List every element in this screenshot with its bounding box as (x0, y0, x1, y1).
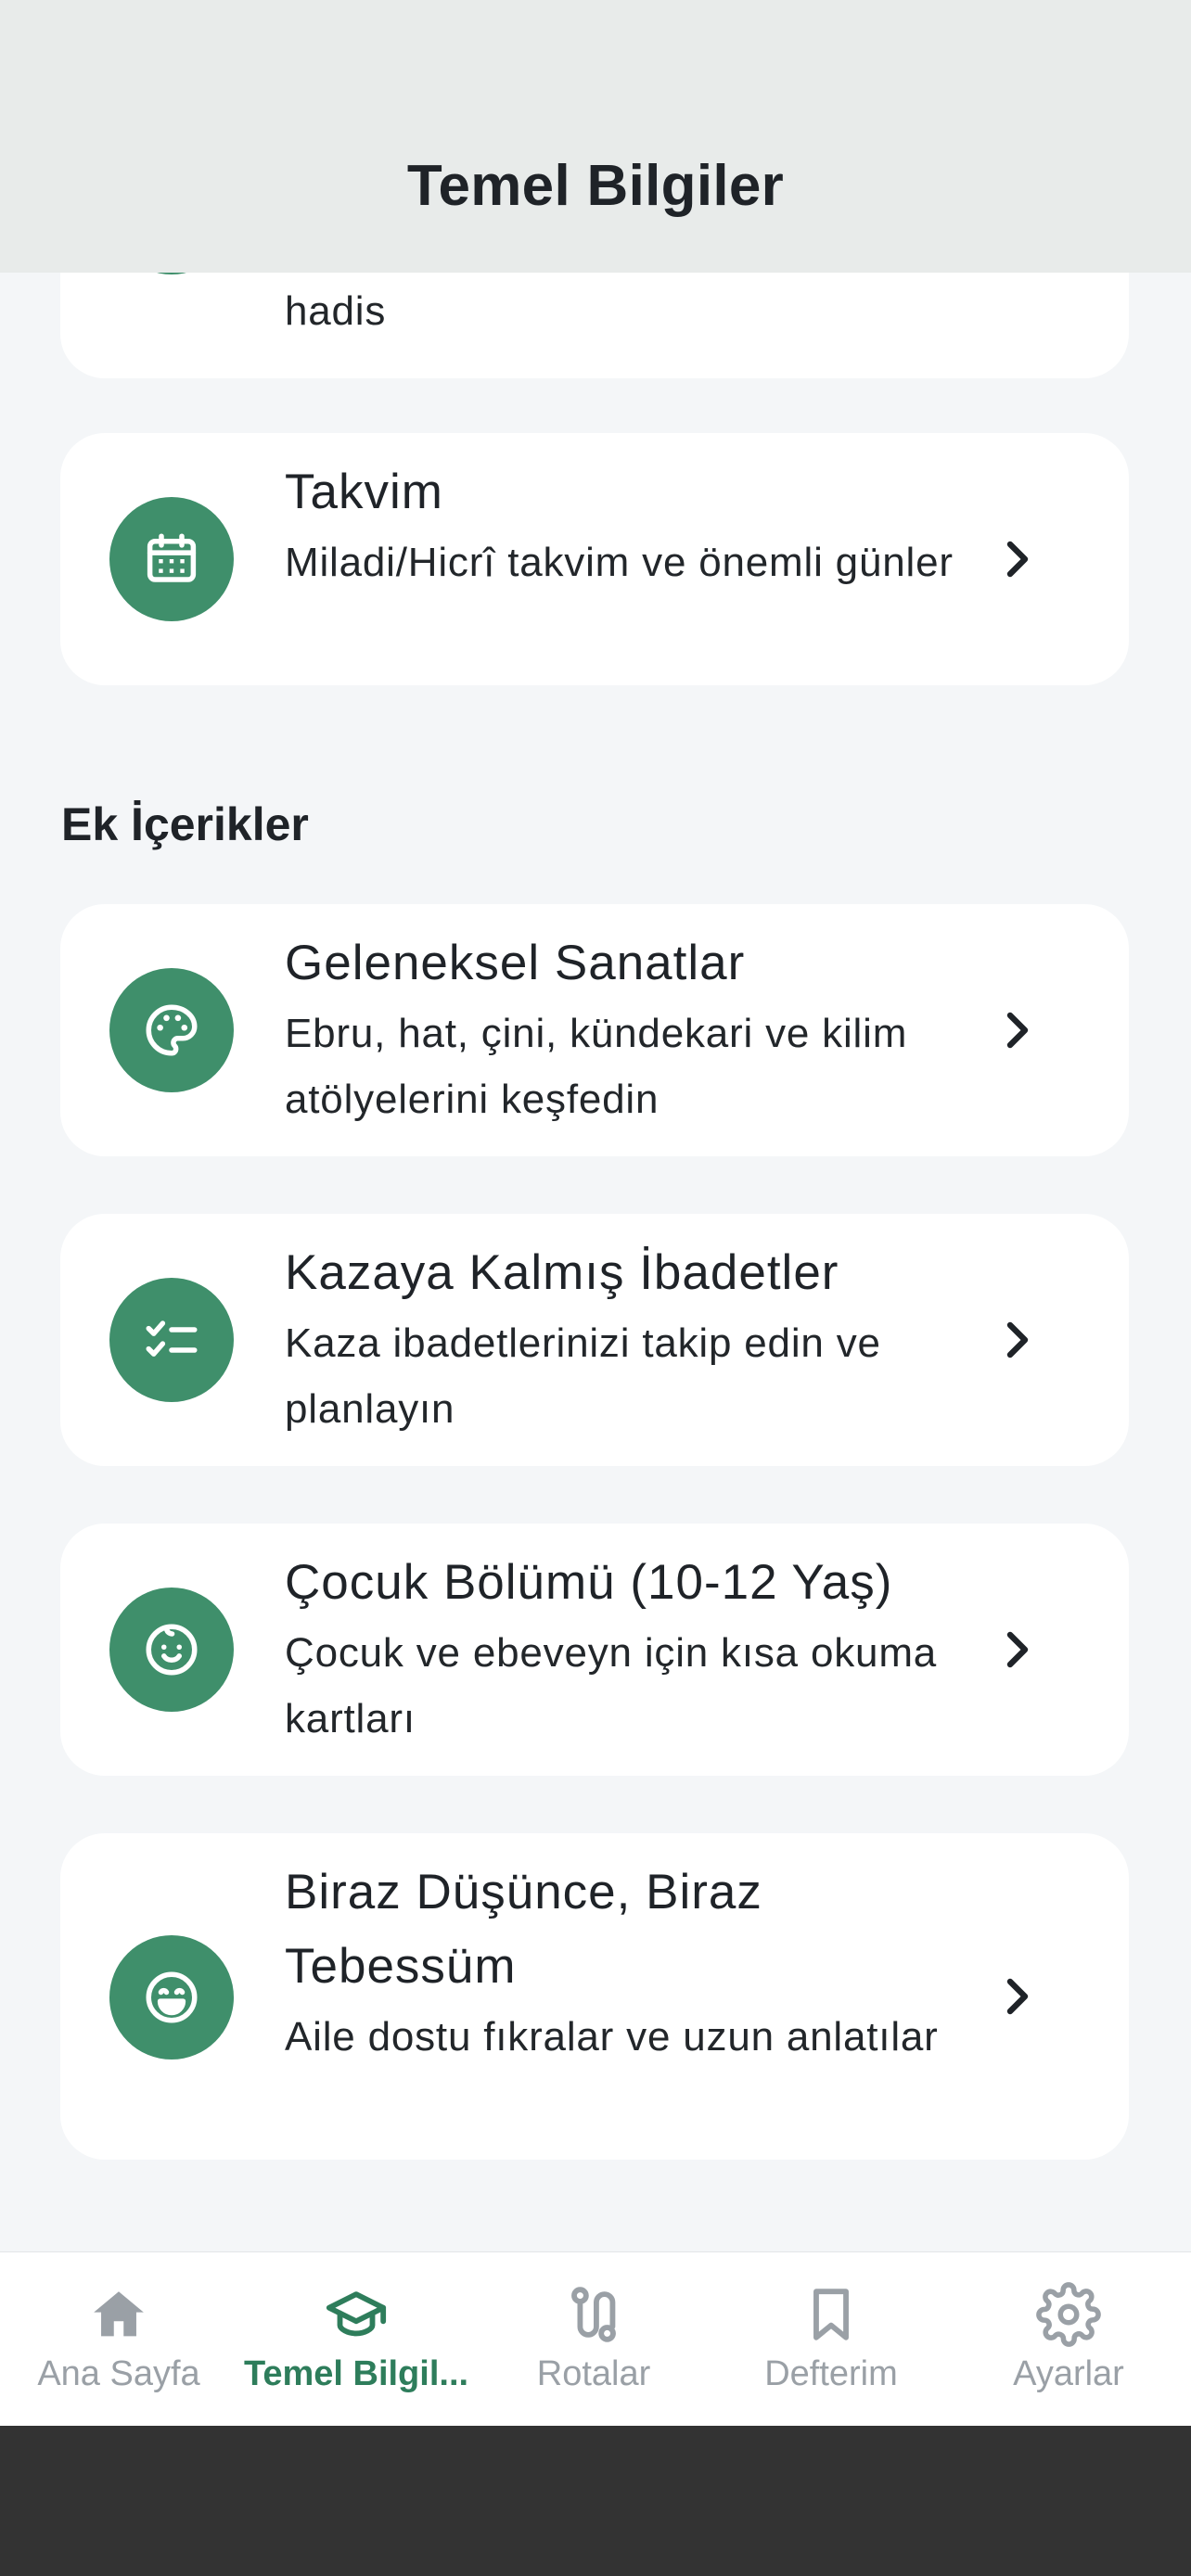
card-biraz-dusunce[interactable]: Biraz Düşünce, Biraz Tebessüm Aile dostu… (60, 1833, 1129, 2160)
card-subtitle: Çocuk ve ebeveyn için kısa okuma kartlar… (285, 1630, 938, 1741)
route-icon (475, 2282, 712, 2347)
smile-icon (109, 1935, 234, 2060)
home-icon (0, 2282, 237, 2347)
scroll-content[interactable]: hadis Takvim Miladi/Hicrî takvim ve önem… (0, 0, 1191, 2251)
card-geleneksel-sanatlar[interactable]: Geleneksel Sanatlar Ebru, hat, çini, kün… (60, 904, 1129, 1156)
tab-rotalar[interactable]: Rotalar (475, 2252, 712, 2427)
card-title: Geleneksel Sanatlar (285, 936, 746, 990)
card-subtitle: Aile dostu fıkralar ve uzun anlatılar (285, 2014, 939, 2060)
card-subtitle: Miladi/Hicrî takvim ve önemli günler (285, 540, 954, 585)
palette-icon (109, 968, 234, 1092)
tab-label: Ana Sayfa (37, 2354, 200, 2393)
bookmark-icon (712, 2282, 950, 2347)
app-header: Temel Bilgiler (0, 0, 1191, 273)
card-cocuk-bolumu[interactable]: Çocuk Bölümü (10-12 Yaş) Çocuk ve ebevey… (60, 1524, 1129, 1776)
tab-label: Defterim (764, 2354, 898, 2393)
chevron-right-icon (999, 537, 1036, 581)
graduation-cap-icon (237, 2282, 475, 2347)
card-title: Kazaya Kalmış İbadetler (285, 1245, 839, 1300)
card-takvim[interactable]: Takvim Miladi/Hicrî takvim ve önemli gün… (60, 433, 1129, 685)
chevron-right-icon (999, 1008, 1036, 1052)
card-partial-subtitle: hadis (285, 288, 387, 334)
card-subtitle: Ebru, hat, çini, kündekari ve kilim atöl… (285, 1011, 908, 1122)
tab-label: Ayarlar (1013, 2354, 1124, 2393)
tab-temel-bilgiler[interactable]: Temel Bilgil... (237, 2252, 475, 2427)
chevron-right-icon (999, 1974, 1036, 2019)
tab-defterim[interactable]: Defterim (712, 2252, 950, 2427)
card-title: Takvim (285, 465, 443, 519)
card-kazaya-kalmis-ibadetler[interactable]: Kazaya Kalmış İbadetler Kaza ibadetlerin… (60, 1214, 1129, 1466)
tab-ana-sayfa[interactable]: Ana Sayfa (0, 2252, 237, 2427)
card-title: Biraz Düşünce, Biraz Tebessüm (285, 1865, 762, 1994)
child-face-icon (109, 1588, 234, 1712)
tab-label: Temel Bilgil... (243, 2354, 469, 2393)
card-title: Çocuk Bölümü (10-12 Yaş) (285, 1555, 893, 1610)
chevron-right-icon (999, 1318, 1036, 1362)
gear-icon (950, 2282, 1187, 2347)
system-navigation-bar (0, 2426, 1191, 2576)
calendar-icon (109, 497, 234, 621)
page-title: Temel Bilgiler (406, 154, 785, 218)
chevron-right-icon (999, 1627, 1036, 1672)
bottom-tab-bar: Ana Sayfa Temel Bilgil... Rotalar Defter… (0, 2251, 1191, 2427)
tab-ayarlar[interactable]: Ayarlar (950, 2252, 1187, 2427)
card-subtitle: Kaza ibadetlerinizi takip edin ve planla… (285, 1320, 881, 1432)
checklist-icon (109, 1278, 234, 1402)
section-title: Ek İçerikler (61, 798, 309, 850)
tab-label: Rotalar (536, 2354, 651, 2393)
